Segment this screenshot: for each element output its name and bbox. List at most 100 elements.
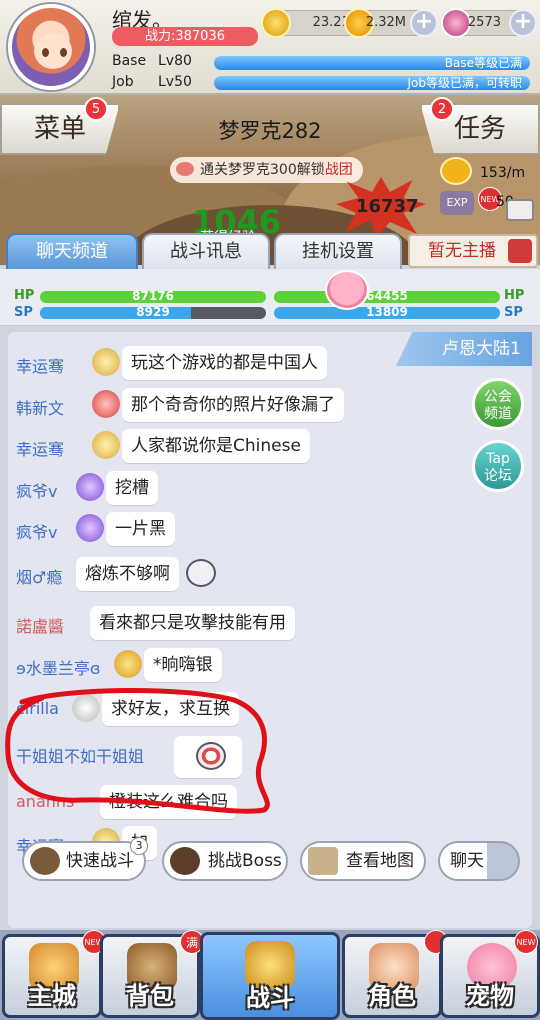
chat-sender-name[interactable]: 幸运骞 [16,353,64,377]
nav-pet-new-badge: NEW [514,930,538,954]
chat-sender-name[interactable]: 疯爷v [16,478,57,502]
currency-gold: 2.32M + [344,8,438,38]
unlock-text: 通关梦罗克300解锁 [200,162,325,178]
map-name: 梦罗克282 [218,119,322,143]
player-hp-value: 87176 [132,291,174,303]
boss-icon [170,847,200,875]
sp-label: SP [14,305,33,320]
pet-hp-value: 64455 [366,291,408,303]
income-rate-icon[interactable] [440,157,472,185]
chat-bubble: 一片黑 [106,512,175,546]
job-level: Lv50 [158,74,192,90]
red-wings-badge-icon [92,390,120,418]
chat-bubble: 看來都只是攻擊技能有用 [90,606,295,640]
job-exp-bar[interactable]: Job等级已满，可转职 [214,76,530,90]
chat-sender-name[interactable]: 烟♂瘾 [16,564,62,588]
map-scroll-icon [308,847,338,875]
broadcast-button[interactable]: 暂无主播 [408,234,538,268]
pet-sp-value: 13809 [366,307,408,319]
gold-wings-badge-icon [92,348,120,376]
zeny-coin-icon [261,8,291,38]
hp-sp-panel: HP SP 87176 8929 64455 13809 HP SP [0,269,540,326]
pet-sp-bar: 13809 [274,307,500,319]
region-tag[interactable]: 卢恩大陆1 [396,332,532,366]
nav-main-city-label: 主城 [28,982,76,1010]
player-sp-bar: 8929 [40,307,266,319]
sword-icon [30,847,60,875]
red-annotation-circle [5,687,270,814]
fast-battle-count: 3 [130,837,148,855]
pet-hp-bar: 64455 [274,291,500,303]
menu-badge: 5 [84,97,108,121]
hp-label: HP [14,288,35,303]
combat-power: 战力:387036 [112,27,258,46]
purple-wings-badge-icon [76,473,104,501]
gold-value: 2.32M [365,15,406,30]
player-avatar[interactable] [8,4,94,90]
pink-gem-icon [441,8,471,38]
damage-number: 16737 [356,196,419,217]
unlock-tip[interactable]: 通关梦罗克300解锁战团 [170,157,363,183]
nav-battle[interactable]: 战斗 [200,932,340,1020]
bottom-nav: 主城 NEW 背包 满 战斗 角色 宠物 NEW [0,930,540,1020]
purple-wings-badge-icon [76,514,104,542]
base-exp-bar: Base等级已满 [214,56,530,70]
add-gold-button[interactable]: + [410,9,438,37]
add-gem-button[interactable]: + [509,9,537,37]
water-drop-emote-icon [186,559,216,587]
tap-forum-button[interactable]: Tap 论坛 [472,440,524,492]
fast-battle-button[interactable]: 快速战斗 3 [22,837,148,881]
player-header: 绾发。 战力:387036 23.21M 2.32M + 2573 + Base… [0,0,540,95]
radio-icon [508,239,532,263]
tab-chat-channel[interactable]: 聊天频道 [6,233,138,269]
base-label: Base [112,53,147,69]
nav-battle-label: 战斗 [246,984,294,1012]
fast-battle-label: 快速战斗 [66,851,134,871]
chat-sender-name[interactable]: 韩新文 [16,395,64,419]
chat-bubble: 挖槽 [106,471,158,505]
challenge-boss-label: 挑战Boss [208,851,282,871]
tap-forum-label: Tap 论坛 [484,451,512,484]
tab-battle-log[interactable]: 战斗讯息 [142,233,270,269]
pet-avatar-icon[interactable] [325,270,369,310]
chat-sender-name[interactable]: ɘ水墨兰亭ɞ [16,655,100,679]
challenge-boss-button[interactable]: 挑战Boss [162,841,288,881]
unlock-highlight: 战团 [324,162,353,178]
chat-sender-name[interactable]: 疯爷v [16,519,57,543]
crab-icon [176,162,194,176]
gold-wings-badge-icon [92,431,120,459]
exp-boost-icon[interactable]: EXP [440,191,474,215]
nav-backpack-label: 背包 [126,982,174,1010]
avatar-eye-right [60,48,67,57]
chat-bubble: *晌嗨银 [144,648,222,682]
guild-channel-label: 公会 频道 [484,389,512,422]
gold-bag-badge-icon [114,650,142,678]
chat-toggle-label: 聊天 [450,851,484,871]
chat-sender-name[interactable]: 幸运骞 [16,436,64,460]
nav-character-label: 角色 [368,982,416,1010]
chat-toggle-button[interactable]: 聊天 [438,841,520,881]
chat-bubble: 玩这个游戏的都是中国人 [122,346,327,380]
player-sp-value: 8929 [136,307,170,319]
broadcast-label: 暂无主播 [428,241,496,261]
view-map-button[interactable]: 查看地图 [300,841,426,881]
chat-panel[interactable]: 卢恩大陆1 公会 频道 Tap 论坛 幸运骞 玩这个游戏的都是中国人韩新文 那个奇奇… [8,332,532,928]
nav-pet-label: 宠物 [466,982,514,1010]
guild-channel-button[interactable]: 公会 频道 [472,378,524,430]
chat-bubble: 那个奇奇你的照片好像漏了 [122,388,344,422]
task-badge: 2 [430,97,454,121]
pet-hp-label: HP [504,288,525,303]
view-map-label: 查看地图 [346,851,414,871]
video-icon[interactable] [506,199,534,221]
job-label: Job [112,74,134,90]
chat-bubble: 人家都说你是Chinese [122,429,310,463]
avatar-eye-left [42,48,49,57]
player-hp-bar: 87176 [40,291,266,303]
gem-value: 2573 [467,15,501,30]
chat-sender-name[interactable]: 諾盧醬 [16,613,64,637]
chat-bubble: 熔炼不够啊 [76,557,179,591]
tab-idle-settings[interactable]: 挂机设置 [274,233,402,269]
base-level: Lv80 [158,53,192,69]
pet-sp-label: SP [504,305,523,320]
currency-gem: 2573 + [441,8,537,38]
